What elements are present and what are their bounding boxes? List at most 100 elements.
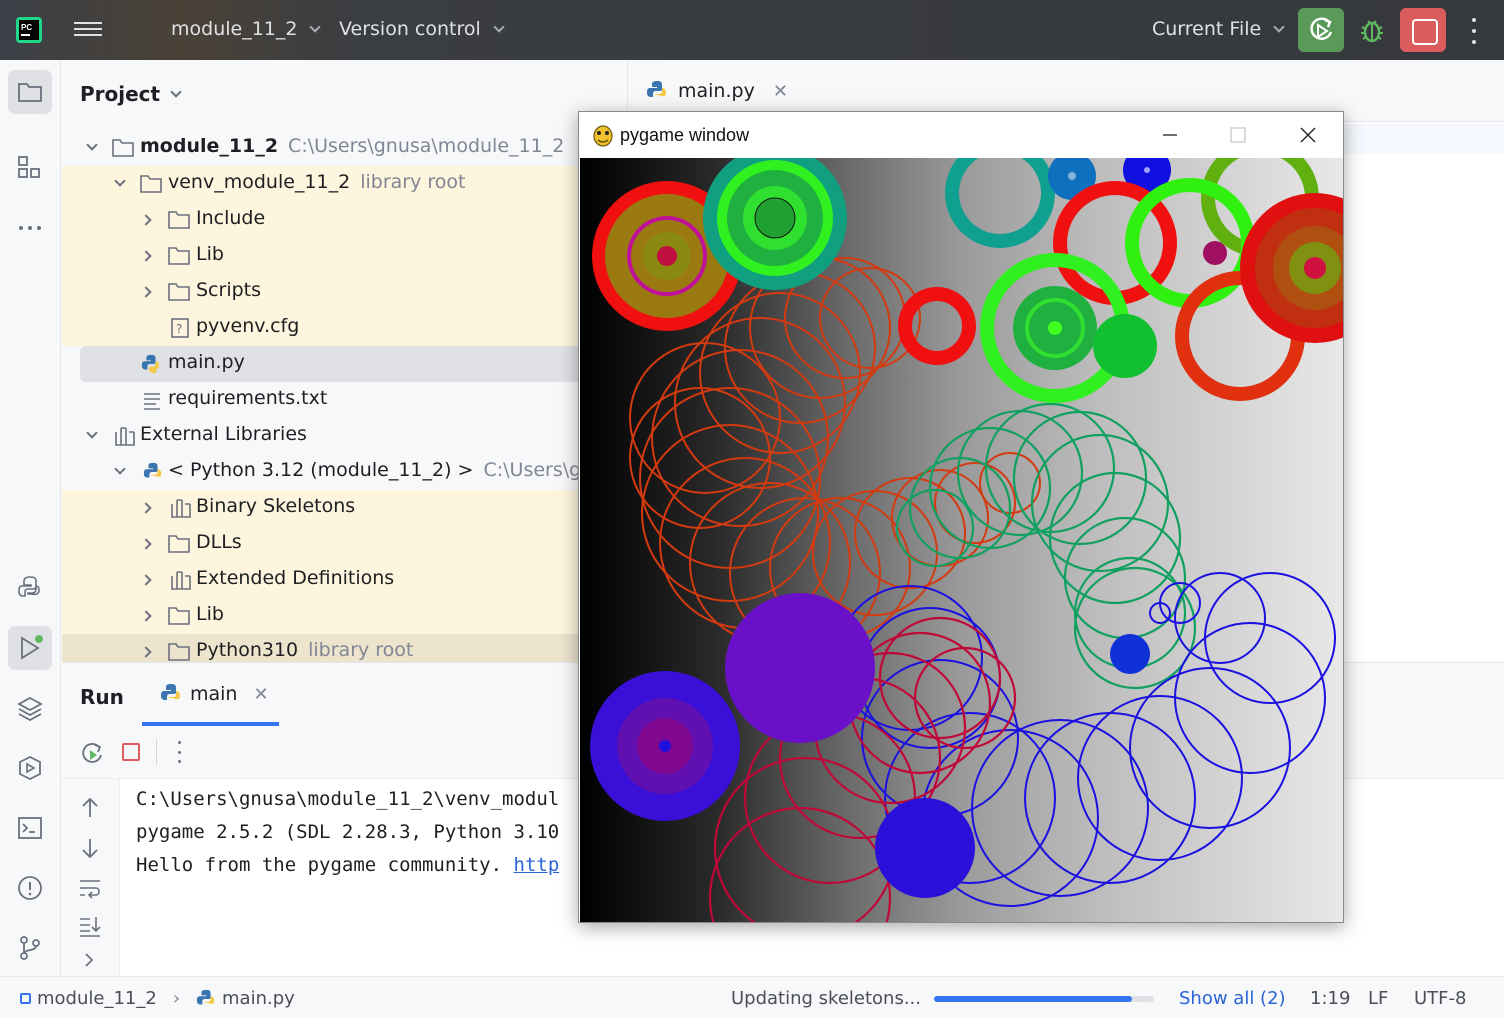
chevron-right-icon[interactable] — [140, 502, 152, 514]
python-console-button[interactable] — [8, 566, 52, 610]
structure-icon — [18, 156, 40, 178]
pygame-snake-icon — [593, 125, 613, 147]
chevron-down-icon[interactable] — [86, 139, 98, 151]
green-circle-trail — [895, 402, 1197, 690]
violet-disc — [725, 593, 875, 743]
layers-icon — [17, 696, 43, 721]
stop-button[interactable] — [1400, 8, 1446, 52]
breadcrumb-file[interactable]: main.py — [222, 988, 295, 1009]
tree-item-dlls[interactable]: DLLs — [62, 526, 627, 562]
pygame-canvas[interactable] — [580, 158, 1343, 922]
library-icon — [171, 499, 191, 518]
tree-item-requirements[interactable]: requirements.txt — [62, 382, 627, 418]
python-file-icon — [196, 989, 215, 1004]
bug-icon — [1361, 20, 1383, 43]
services-tool-button[interactable] — [8, 746, 52, 790]
folder-icon — [112, 139, 134, 157]
tree-item-lib[interactable]: Lib — [62, 238, 627, 274]
rerun-icon[interactable] — [80, 741, 104, 765]
problems-tool-button[interactable] — [8, 866, 52, 910]
more-actions-icon[interactable] — [1466, 18, 1482, 44]
project-tree: module_11_2 C:\Users\gnusa\module_11_2 ve… — [62, 130, 627, 662]
tree-item-external-libraries[interactable]: External Libraries — [62, 418, 627, 454]
pygame-drawing — [590, 158, 1343, 922]
tree-item-python310[interactable]: Python310 library root — [62, 634, 627, 662]
project-tool-button[interactable] — [8, 70, 52, 114]
rerun-button[interactable] — [1298, 8, 1344, 52]
main-menu-icon[interactable] — [74, 18, 102, 42]
more-tools-button[interactable] — [8, 206, 52, 250]
tab-main-py[interactable]: main.py ✕ — [646, 80, 788, 102]
breadcrumb-project[interactable]: module_11_2 — [37, 988, 157, 1009]
chevron-down-icon — [309, 20, 322, 33]
layers-tool-button[interactable] — [8, 686, 52, 730]
run-config-selector[interactable]: Current File — [1152, 18, 1285, 40]
chevron-down-icon[interactable] — [114, 463, 126, 475]
stop-icon[interactable] — [122, 743, 140, 761]
folder-icon — [168, 283, 190, 301]
vcs-menu[interactable]: Version control — [339, 18, 505, 40]
folder-icon — [168, 247, 190, 265]
chevron-right-icon[interactable] — [140, 214, 152, 226]
tree-item-main-py[interactable]: main.py — [80, 346, 627, 382]
console-line: Hello from the pygame community. http — [136, 854, 560, 876]
chevron-down-icon[interactable] — [86, 427, 98, 439]
file-encoding[interactable]: UTF-8 — [1414, 988, 1466, 1009]
arrow-down-icon[interactable] — [80, 837, 100, 859]
tree-item-sdk-lib[interactable]: Lib — [62, 598, 627, 634]
tree-item-project-root[interactable]: module_11_2 C:\Users\gnusa\module_11_2 — [62, 130, 627, 166]
unknown-file-icon: ? — [171, 318, 189, 338]
tree-item-python-sdk[interactable]: < Python 3.12 (module_11_2) > C:\Users\gn… — [62, 454, 627, 490]
tree-item-venv[interactable]: venv_module_11_2 library root — [62, 166, 627, 202]
tree-item-extended-definitions[interactable]: Extended Definitions — [62, 562, 627, 598]
run-tab-main[interactable]: main ✕ — [160, 683, 269, 705]
python-file-icon — [141, 354, 160, 374]
line-separator[interactable]: LF — [1368, 988, 1388, 1009]
minimize-icon[interactable] — [1157, 122, 1183, 148]
run-tool-button[interactable] — [8, 626, 52, 670]
tree-item-include[interactable]: Include — [62, 202, 627, 238]
pycharm-logo-icon[interactable]: PC — [16, 17, 42, 43]
terminal-tool-button[interactable] — [8, 806, 52, 850]
more-options-icon[interactable] — [178, 741, 182, 763]
chevron-right-icon[interactable] — [140, 286, 152, 298]
console-line: C:\Users\gnusa\module_11_2\venv_modul — [136, 788, 560, 810]
arrow-up-icon[interactable] — [80, 797, 100, 819]
tree-item-pyvenv-cfg[interactable]: ? pyvenv.cfg — [62, 310, 627, 346]
background-task-progress — [934, 996, 1154, 1002]
pygame-window[interactable]: pygame window — [578, 111, 1344, 923]
console-output[interactable]: C:\Users\gnusa\module_11_2\venv_modul pyg… — [136, 783, 559, 882]
tree-item-binary-skeletons[interactable]: Binary Skeletons — [62, 490, 627, 526]
close-tab-icon[interactable]: ✕ — [773, 81, 788, 102]
project-view-selector[interactable]: Project — [80, 82, 182, 106]
project-switcher[interactable]: module_11_2 — [171, 18, 322, 40]
git-tool-button[interactable] — [8, 926, 52, 970]
chevron-down-icon[interactable] — [114, 175, 126, 187]
show-all-tasks-link[interactable]: Show all (2) — [1179, 988, 1286, 1009]
chevron-right-icon[interactable] — [82, 951, 96, 969]
python-icon — [18, 576, 40, 597]
services-icon — [19, 755, 41, 781]
structure-tool-button[interactable] — [8, 146, 52, 190]
maximize-icon[interactable] — [1225, 122, 1251, 148]
blue-disc-center — [1144, 167, 1150, 173]
chevron-right-icon[interactable] — [140, 538, 152, 550]
soft-wrap-icon[interactable] — [78, 877, 102, 899]
chevron-right-icon[interactable] — [140, 610, 152, 622]
close-window-icon[interactable] — [1295, 122, 1321, 148]
pygame-window-titlebar[interactable]: pygame window — [579, 112, 1343, 158]
background-task-label[interactable]: Updating skeletons... — [731, 988, 921, 1009]
console-link[interactable]: http — [514, 854, 560, 876]
python-icon — [161, 684, 180, 700]
chevron-right-icon[interactable] — [140, 574, 152, 586]
chevron-right-icon[interactable] — [140, 250, 152, 262]
caret-position[interactable]: 1:19 — [1310, 988, 1350, 1009]
target-green-center — [754, 197, 796, 239]
chevron-right-icon[interactable] — [140, 646, 152, 658]
tree-item-scripts[interactable]: Scripts — [62, 274, 627, 310]
debug-button[interactable] — [1354, 14, 1390, 46]
close-tab-icon[interactable]: ✕ — [253, 684, 268, 705]
scroll-to-end-icon[interactable] — [78, 915, 102, 937]
teal-ring — [945, 158, 1055, 248]
progress-fill — [934, 996, 1132, 1002]
